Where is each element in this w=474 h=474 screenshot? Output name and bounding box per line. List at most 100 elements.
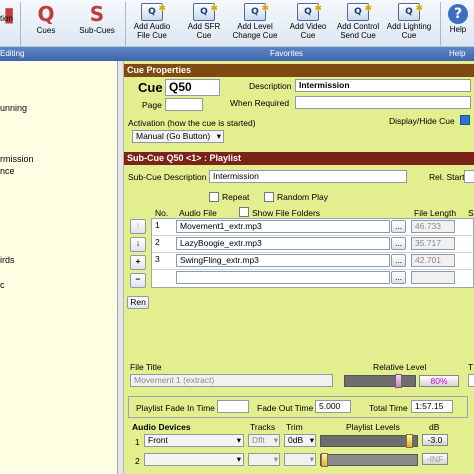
activation-select[interactable]: Manual (Go Button) ▾ — [132, 130, 224, 143]
repeat-label: Repeat — [222, 192, 250, 202]
btn-line: Change Cue — [232, 31, 278, 40]
btn-line: Add Lighting — [386, 22, 432, 31]
show-file-folders-checkbox[interactable] — [239, 207, 249, 217]
tracks-select[interactable]: ▾ — [248, 453, 280, 466]
chevron-down-icon: ▾ — [236, 435, 241, 445]
audio-device-select[interactable]: Front ▾ — [144, 434, 244, 447]
trim-label: Trim — [286, 422, 303, 432]
subcue-description-label: Sub-Cue Description — [128, 172, 207, 182]
rel-start-label: Rel. Start — [429, 172, 465, 182]
cue-label: Cue — [138, 80, 163, 95]
add-control-send-cue-button[interactable]: Q ✱ Add Control Send Cue — [333, 0, 383, 47]
add-lighting-cue-button[interactable]: Q ✱ Add Lighting Cue — [384, 0, 434, 47]
browse-file-button[interactable]: ... — [391, 237, 406, 250]
app-window: ▮ tion Q Cues S Sub-Cues Q ✱ Add Audio Fi… — [0, 0, 474, 474]
group-help: Help — [449, 49, 466, 58]
random-play-checkbox[interactable] — [264, 192, 274, 202]
file-row[interactable]: 1 Movement1_extr.mp3 ... 46.733 — [152, 219, 474, 236]
file-title-field[interactable]: Movement 1 (extract) — [130, 374, 333, 387]
plus-icon: + — [135, 256, 141, 266]
chevron-down-icon: ▾ — [309, 435, 314, 445]
help-label: Help — [449, 25, 467, 34]
activation-value: Manual (Go Button) — [136, 131, 211, 141]
subcue-description-field[interactable]: Intermission — [209, 170, 407, 183]
cues-button[interactable]: Q Cues — [24, 0, 68, 47]
playlist-level-thumb[interactable] — [321, 453, 328, 467]
relative-level-thumb[interactable] — [395, 374, 402, 388]
fade-group: Playlist Fade In Time Fade Out Time 5.00… — [128, 396, 468, 418]
trim-select[interactable]: 0dB ▾ — [284, 434, 316, 447]
playlist-level-slider[interactable] — [320, 453, 418, 467]
chevron-down-icon: ▾ — [216, 131, 221, 141]
toolbar-partial-button[interactable]: ▮ tion — [0, 0, 18, 47]
cue-list-item[interactable]: unning — [0, 103, 27, 114]
add-file-button[interactable]: + — [130, 255, 146, 270]
fade-out-field[interactable]: 5.000 — [315, 400, 351, 413]
relative-level-slider[interactable] — [344, 374, 416, 388]
db-label: dB — [429, 422, 440, 432]
file-row-name[interactable]: Movement1_extr.mp3 — [176, 220, 390, 233]
file-row-name[interactable] — [176, 271, 390, 284]
t-partial-field[interactable] — [468, 374, 474, 387]
subcues-button[interactable]: S Sub-Cues — [72, 0, 122, 47]
move-up-button[interactable]: ↑ — [130, 219, 146, 234]
move-down-button[interactable]: ↓ — [130, 237, 146, 252]
btn-line: Cue — [401, 31, 417, 40]
rename-button[interactable]: Ren — [127, 296, 149, 309]
page-label: Page — [142, 100, 162, 110]
display-hide-checkbox[interactable] — [460, 115, 470, 125]
browse-file-button[interactable]: ... — [391, 271, 406, 284]
file-row-length — [411, 271, 455, 284]
file-row-name[interactable]: LazyBoogie_extr.mp3 — [176, 237, 390, 250]
trim-select[interactable]: ▾ — [284, 453, 316, 466]
file-row-length: 46.733 — [411, 220, 455, 233]
cue-list-item[interactable]: rmission — [0, 154, 34, 165]
browse-file-button[interactable]: ... — [391, 254, 406, 267]
repeat-checkbox[interactable] — [209, 192, 219, 202]
cue-list-item[interactable]: irds — [0, 255, 15, 266]
display-hide-label: Display/Hide Cue — [389, 116, 455, 126]
add-level-change-cue-button[interactable]: Q ✱ Add Level Change Cue — [229, 0, 281, 47]
file-row[interactable]: 3 SwingFling_extr.mp3 ... 42.701 — [152, 253, 474, 270]
minus-icon: − — [135, 274, 141, 284]
chevron-down-icon: ▾ — [273, 435, 278, 445]
col-file-length-header: File Length — [414, 208, 457, 218]
lighting-cue-icon: Q ✱ — [398, 3, 423, 21]
page-field[interactable] — [165, 98, 203, 111]
col-audio-file-header: Audio File — [179, 208, 217, 218]
add-video-cue-button[interactable]: Q ✱ Add Video Cue — [284, 0, 332, 47]
file-row[interactable]: 2 LazyBoogie_extr.mp3 ... 35.717 — [152, 236, 474, 253]
add-audio-file-cue-button[interactable]: Q ✱ Add Audio File Cue — [128, 0, 176, 47]
file-row-empty[interactable]: ... — [152, 270, 474, 287]
browse-file-button[interactable]: ... — [391, 220, 406, 233]
cue-list-item[interactable]: nce — [0, 166, 15, 177]
playlist-level-slider[interactable] — [320, 434, 418, 448]
help-button[interactable]: ? Help — [443, 0, 473, 47]
rel-start-field[interactable] — [464, 170, 474, 183]
total-time-field: 1:57.15 — [411, 400, 453, 413]
cue-description-field[interactable]: Intermission — [295, 79, 471, 92]
playlist-level-thumb[interactable] — [406, 434, 413, 448]
btn-line: Cue — [196, 31, 212, 40]
subcue-header: Sub-Cue Q50 <1> : Playlist — [124, 152, 474, 165]
btn-line: Send Cue — [340, 31, 376, 40]
audio-device-select[interactable]: ▾ — [144, 453, 244, 466]
add-sfr-cue-button[interactable]: Q ✱ Add SFR Cue — [180, 0, 228, 47]
tracks-select[interactable]: Dflt ▾ — [248, 434, 280, 447]
playlist-level-value: -3.0 — [422, 434, 448, 446]
remove-file-button[interactable]: − — [130, 273, 146, 288]
file-row-name[interactable]: SwingFling_extr.mp3 — [176, 254, 390, 267]
fade-in-field[interactable] — [217, 400, 249, 413]
file-row-length: 42.701 — [411, 254, 455, 267]
btn-line: Add Level — [237, 22, 273, 31]
when-required-field[interactable] — [295, 96, 471, 109]
video-cue-icon: Q ✱ — [297, 3, 322, 21]
playlist-level-value: -INF — [422, 453, 448, 465]
cue-number-field[interactable]: Q50 — [165, 79, 220, 96]
cue-list-item[interactable]: c — [0, 280, 5, 291]
btn-line: Cue — [300, 31, 316, 40]
activation-label: Activation (how the cue is started) — [128, 118, 256, 128]
chevron-down-icon: ▾ — [236, 454, 241, 464]
btn-line: Add Audio — [133, 22, 171, 31]
file-row-number: 2 — [155, 237, 160, 247]
